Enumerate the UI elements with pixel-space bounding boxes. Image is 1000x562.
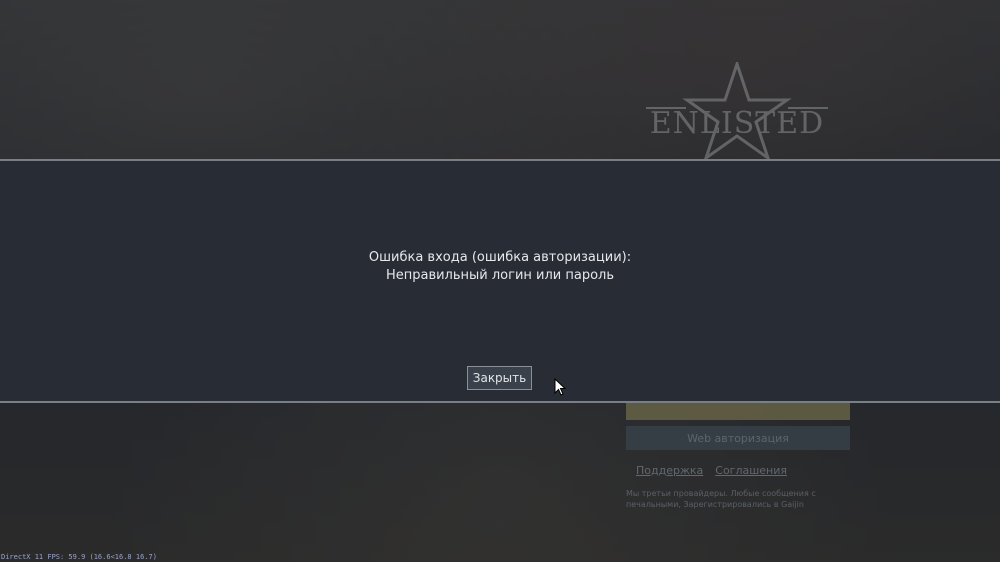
background-web-auth-button: Web авторизация xyxy=(626,426,850,450)
background-login-button xyxy=(626,403,850,420)
fps-counter: DirectX 11 FPS: 59.9 (16.6<16.8 16.7) xyxy=(1,553,157,561)
error-dialog: Ошибка входа (ошибка авторизации): Непра… xyxy=(0,159,1000,403)
enlisted-logo: ENLISTED xyxy=(646,59,828,162)
mouse-cursor-icon xyxy=(554,378,566,396)
error-message: Ошибка входа (ошибка авторизации): Непра… xyxy=(0,249,1000,285)
background-notice: Мы третьи провайдеры. Любые сообщения с … xyxy=(626,489,816,509)
error-message-detail: Неправильный логин или пароль xyxy=(385,268,615,283)
background-link-agreements: Соглашения xyxy=(715,464,788,477)
logo-text: ENLISTED xyxy=(649,106,825,141)
error-message-title: Ошибка входа (ошибка авторизации): xyxy=(368,250,632,265)
close-button[interactable]: Закрыть xyxy=(467,366,532,390)
game-screen: ENLISTED Web авторизация Поддержка Соглаш… xyxy=(0,0,1000,562)
background-link-support: Поддержка xyxy=(636,464,704,477)
background-links: Поддержка Соглашения xyxy=(636,464,799,477)
